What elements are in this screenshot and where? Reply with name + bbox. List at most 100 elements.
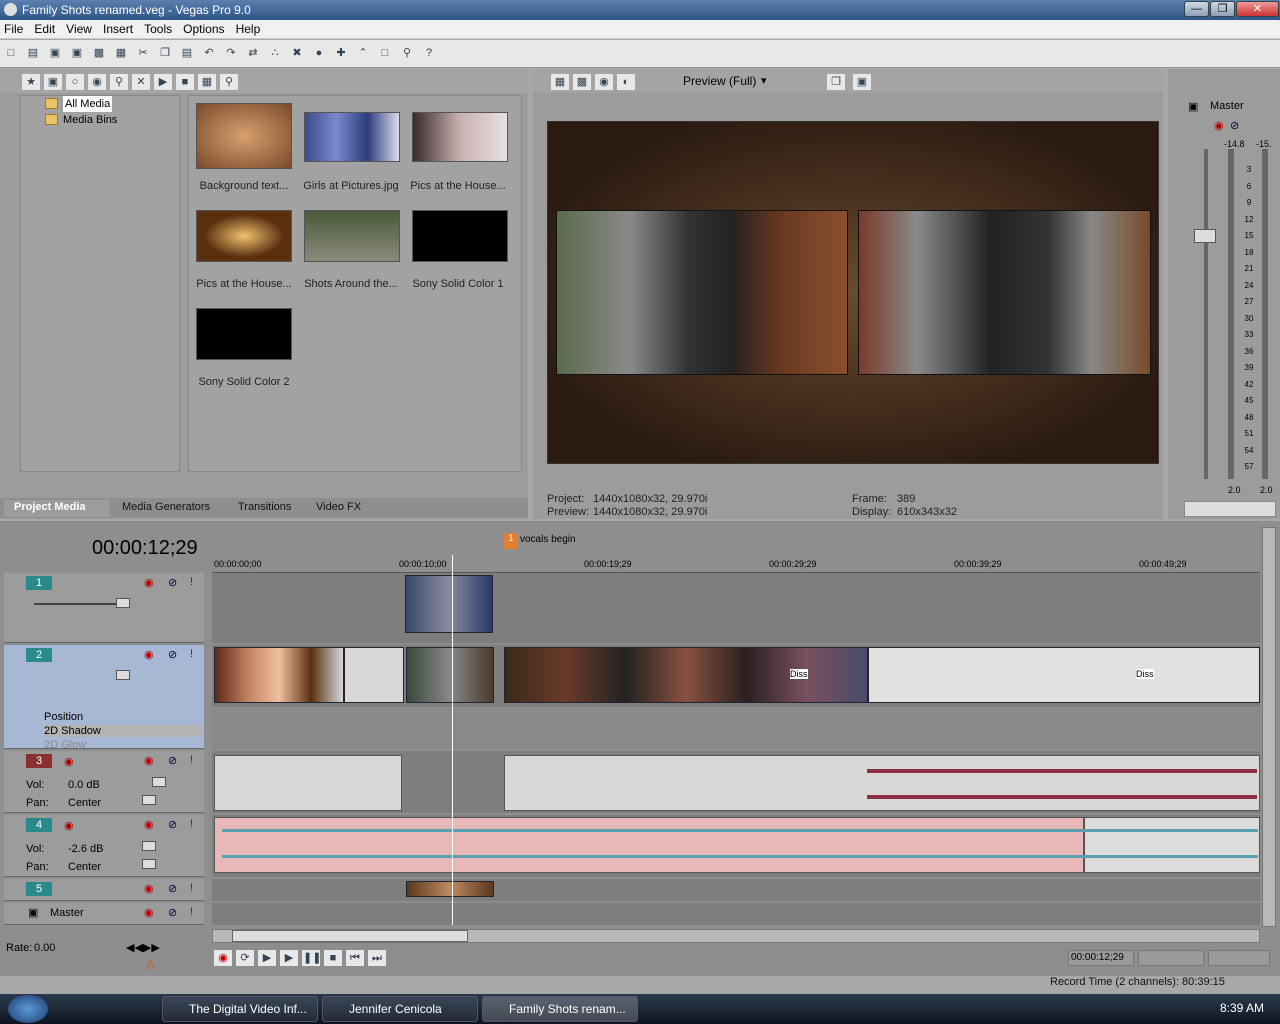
- views-icon[interactable]: ▦: [198, 74, 216, 90]
- task-button[interactable]: Family Shots renam...: [482, 996, 638, 1022]
- pan-slider[interactable]: [142, 859, 156, 869]
- track-header-master[interactable]: ▣ Master ◉ ⊘ !: [4, 903, 204, 925]
- video-clip[interactable]: [405, 575, 493, 633]
- maximize-button[interactable]: ❐: [1210, 1, 1235, 17]
- media-thumb[interactable]: [196, 308, 292, 360]
- solo-icon[interactable]: !: [190, 754, 193, 766]
- selection-tool-icon[interactable]: □: [376, 45, 394, 61]
- capture-icon[interactable]: ▣: [44, 74, 62, 90]
- env-position[interactable]: Position: [44, 711, 83, 723]
- solo-icon[interactable]: !: [190, 576, 193, 588]
- mute-icon[interactable]: ⊘: [168, 648, 177, 661]
- start-button[interactable]: [8, 995, 48, 1023]
- help-icon[interactable]: ?: [420, 45, 438, 61]
- media-thumb[interactable]: [412, 210, 508, 262]
- track-lane-audio-4[interactable]: [212, 815, 1260, 877]
- menu-edit[interactable]: Edit: [30, 20, 59, 38]
- cut-icon[interactable]: ✂: [134, 45, 152, 61]
- vertical-scrollbar[interactable]: [1262, 527, 1276, 927]
- preview-properties-icon[interactable]: ▦: [551, 74, 569, 90]
- mute-icon[interactable]: ⊘: [168, 754, 177, 767]
- stop-icon[interactable]: ■: [324, 950, 342, 966]
- save-icon[interactable]: ▣: [46, 45, 64, 61]
- tree-item-media-bins[interactable]: Media Bins: [21, 112, 179, 128]
- save-as-icon[interactable]: ▣: [68, 45, 86, 61]
- mute-icon[interactable]: ⊘: [168, 576, 177, 589]
- marker-flag[interactable]: 1: [504, 533, 518, 549]
- stop-icon[interactable]: ■: [176, 74, 194, 90]
- pause-icon[interactable]: ❚❚: [302, 950, 321, 966]
- fx-icon[interactable]: ◉: [144, 882, 154, 895]
- media-thumb[interactable]: [196, 103, 292, 169]
- track-lane-video-1[interactable]: [212, 573, 1260, 643]
- envelope-tool-icon[interactable]: ⌃: [354, 45, 372, 61]
- clock[interactable]: 8:39 AM: [1220, 1001, 1264, 1015]
- close-button[interactable]: ✕: [1236, 1, 1279, 17]
- fx-icon[interactable]: ◉: [595, 74, 613, 90]
- crossfade-icon[interactable]: ✖: [288, 45, 306, 61]
- record-arm-icon[interactable]: ◉: [64, 755, 74, 768]
- time-ruler[interactable]: 00:00:00;00 00:00:10;00 00:00:19;29 00:0…: [212, 555, 1260, 573]
- tab-media-generators[interactable]: Media Generators: [112, 500, 220, 517]
- mute-icon[interactable]: ⊘: [168, 818, 177, 831]
- play-from-start-icon[interactable]: ▶: [258, 950, 276, 966]
- media-thumb[interactable]: [196, 210, 292, 262]
- task-button[interactable]: The Digital Video Inf...: [162, 996, 318, 1022]
- normal-edit-tool-icon[interactable]: ✚: [332, 45, 350, 61]
- menu-view[interactable]: View: [62, 20, 96, 38]
- rate-slider[interactable]: ◀◀▶▶: [126, 941, 160, 954]
- master-fader[interactable]: [1194, 229, 1216, 243]
- audio-clip[interactable]: [214, 817, 1084, 873]
- fx-icon[interactable]: ◉: [144, 648, 154, 661]
- audio-clip[interactable]: [214, 755, 402, 811]
- zoom-tool-icon[interactable]: ⚲: [398, 45, 416, 61]
- mute-icon[interactable]: ⊘: [168, 882, 177, 895]
- solo-icon[interactable]: !: [190, 818, 193, 830]
- track-header-audio-4[interactable]: 4 ◉ ◉ ⊘ ! Vol: -2.6 dB Pan: Center: [4, 815, 204, 877]
- new-icon[interactable]: □: [2, 45, 20, 61]
- menu-insert[interactable]: Insert: [99, 20, 137, 38]
- fx-icon[interactable]: ◉: [144, 576, 154, 589]
- play-icon[interactable]: ▶: [154, 74, 172, 90]
- volume-slider[interactable]: [152, 777, 166, 787]
- loop-icon[interactable]: ⟳: [236, 950, 254, 966]
- save-snapshot-icon[interactable]: ▣: [853, 74, 871, 90]
- solo-icon[interactable]: !: [190, 882, 193, 894]
- rate-marker-icon[interactable]: △: [146, 957, 154, 970]
- track-lane-video-2[interactable]: Diss Diss: [212, 645, 1260, 707]
- track-lane-audio-3[interactable]: [212, 751, 1260, 813]
- menu-file[interactable]: File: [0, 20, 27, 38]
- track-header-audio-3[interactable]: 3 ◉ ◉ ⊘ ! Vol: 0.0 dB Pan: Center: [4, 751, 204, 813]
- env-2d-glow[interactable]: 2D Glow: [44, 739, 86, 751]
- fx-icon[interactable]: ◉: [144, 906, 154, 919]
- copy-snapshot-icon[interactable]: ❐: [827, 74, 845, 90]
- tab-transitions[interactable]: Transitions: [228, 500, 301, 517]
- menu-options[interactable]: Options: [179, 20, 228, 38]
- slider-thumb[interactable]: [116, 670, 130, 680]
- tab-project-media[interactable]: Project Media: [4, 500, 110, 517]
- properties-icon[interactable]: ▦: [112, 45, 130, 61]
- media-thumb[interactable]: [304, 112, 400, 162]
- task-button[interactable]: Jennifer Cenicola: [322, 996, 478, 1022]
- search-icon[interactable]: ⚲: [220, 74, 238, 90]
- redo-icon[interactable]: ↷: [222, 45, 240, 61]
- media-fx-icon[interactable]: ◉: [88, 74, 106, 90]
- mute-icon[interactable]: ⊘: [168, 906, 177, 919]
- go-to-end-icon[interactable]: ⏭: [368, 950, 386, 966]
- undo-icon[interactable]: ↶: [200, 45, 218, 61]
- media-thumb[interactable]: [304, 210, 400, 262]
- snap-icon[interactable]: ⇄: [244, 45, 262, 61]
- get-media-icon[interactable]: ○: [66, 74, 84, 90]
- render-icon[interactable]: ▩: [90, 45, 108, 61]
- menu-tools[interactable]: Tools: [140, 20, 176, 38]
- play-icon[interactable]: ▶: [280, 950, 298, 966]
- env-2d-shadow[interactable]: 2D Shadow: [44, 725, 202, 737]
- preview-quality[interactable]: Preview (Full): [683, 74, 756, 88]
- track-lane-video-5[interactable]: [212, 879, 1260, 901]
- media-thumb[interactable]: [412, 112, 508, 162]
- track-lane-master[interactable]: [212, 903, 1260, 925]
- audio-clip[interactable]: [504, 755, 1260, 811]
- video-clip[interactable]: [406, 881, 494, 897]
- video-clip[interactable]: [344, 647, 404, 703]
- chevron-down-icon[interactable]: ▾: [761, 74, 767, 87]
